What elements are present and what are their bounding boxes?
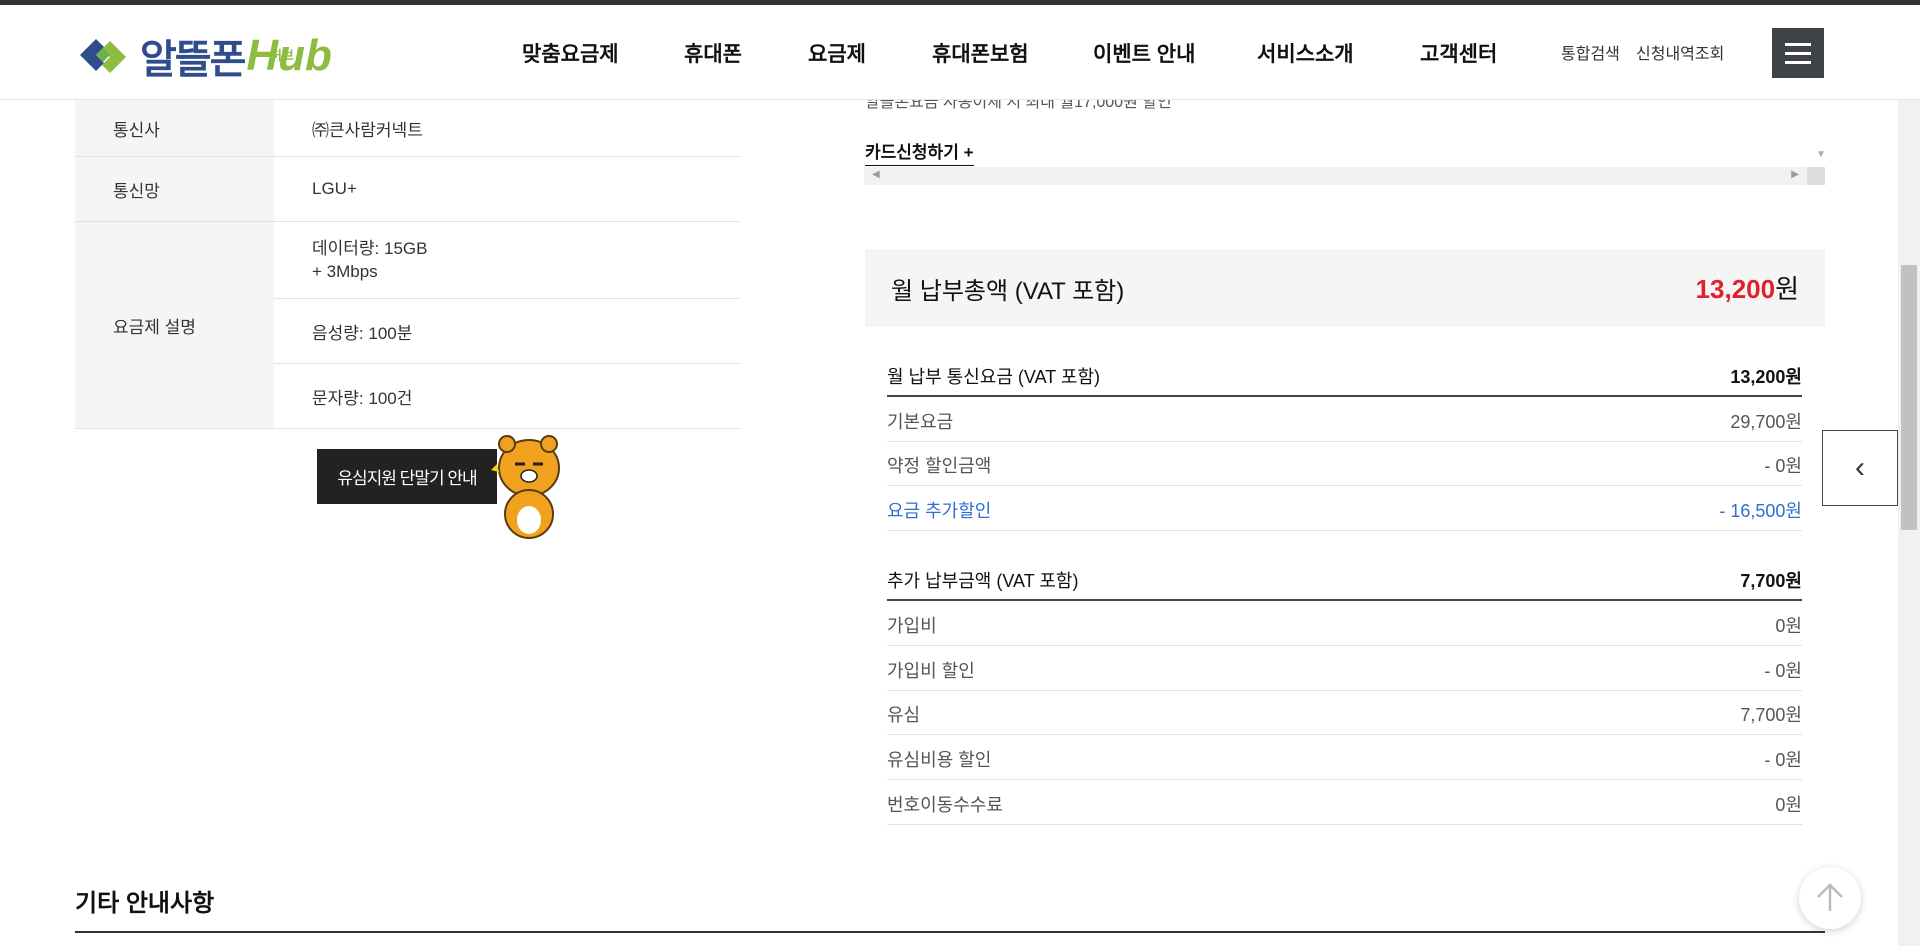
- scrollbar-corner: [1807, 167, 1825, 185]
- carrier-label: 통신사: [75, 100, 274, 156]
- card-apply-link[interactable]: 카드신청하기 +: [865, 138, 974, 166]
- voice-allowance: 음성량: 100분: [274, 299, 740, 364]
- extra-fee-header: 추가 납부금액 (VAT 포함) 7,700원: [887, 556, 1802, 601]
- carrier-row: 통신사 ㈜큰사람커넥트: [75, 100, 740, 157]
- order-history-link[interactable]: 신청내역조회: [1636, 40, 1724, 64]
- section-divider: [75, 931, 1825, 933]
- monthly-total-unit: 원: [1775, 274, 1799, 304]
- fee-row-label: 가입비: [887, 616, 937, 636]
- fee-row-port-fee: 번호이동수수료 0원: [887, 780, 1802, 825]
- fee-row-contract-discount: 약정 할인금액 - 0원: [887, 441, 1802, 486]
- fee-row-extra-discount: 요금 추가할인 - 16,500원: [887, 486, 1802, 531]
- network-value: LGU+: [312, 179, 357, 198]
- extra-fee-header-value: 7,700원: [1740, 571, 1802, 591]
- logo-sub-text: 허브: [270, 48, 294, 63]
- scroll-down-arrow-icon[interactable]: ▼: [1816, 149, 1826, 160]
- fee-row-value: - 0원: [1764, 456, 1802, 476]
- scroll-to-top-button[interactable]: [1799, 867, 1861, 929]
- fee-row-label: 유심: [887, 705, 921, 725]
- nav-events[interactable]: 이벤트 안내: [1093, 38, 1195, 68]
- network-label: 통신망: [75, 157, 274, 221]
- monthly-fee-header-label: 월 납부 통신요금 (VAT 포함): [887, 367, 1101, 387]
- side-panel-toggle-button[interactable]: ‹: [1822, 430, 1898, 506]
- hamburger-icon: [1785, 42, 1811, 46]
- arrow-up-icon: [1817, 883, 1843, 911]
- scroll-right-arrow-icon[interactable]: ▶: [1791, 169, 1799, 180]
- usim-device-guide-button[interactable]: 유심지원 단말기 안내: [317, 449, 497, 504]
- site-header: 알뜰폰 Hub 허브 맞춤요금제 휴대폰 요금제 휴대폰보험 이벤트 안내 서비…: [0, 5, 1920, 100]
- fee-row-label: 번호이동수수료: [887, 795, 1003, 815]
- sms-allowance: 문자량: 100건: [312, 389, 413, 408]
- network-row: 통신망 LGU+: [75, 157, 740, 222]
- fee-row-value: 7,700원: [1740, 705, 1802, 725]
- nav-phone-insurance[interactable]: 휴대폰보험: [932, 38, 1029, 68]
- fee-row-label: 유심비용 할인: [887, 750, 992, 770]
- fee-row-value: - 16,500원: [1719, 501, 1802, 521]
- fee-row-value: 29,700원: [1730, 412, 1802, 432]
- monthly-total-box: 월 납부총액 (VAT 포함) 13,200원: [865, 249, 1825, 327]
- fee-row-label: 약정 할인금액: [887, 456, 992, 476]
- extra-fee-header-label: 추가 납부금액 (VAT 포함): [887, 571, 1079, 591]
- monthly-total-label: 월 납부총액 (VAT 포함): [891, 278, 1125, 305]
- monthly-total-amount: 13,200원: [1696, 269, 1799, 306]
- nav-phones[interactable]: 휴대폰: [684, 38, 742, 68]
- fee-row-label: 요금 추가할인: [887, 501, 992, 521]
- horizontal-scrollbar[interactable]: ◀ ▶: [864, 167, 1807, 185]
- nav-customer-center[interactable]: 고객센터: [1420, 38, 1497, 68]
- fee-row-value: 0원: [1775, 795, 1802, 815]
- monthly-fee-header-value: 13,200원: [1730, 367, 1802, 387]
- fee-row-join-fee: 가입비 0원: [887, 601, 1802, 646]
- carrier-value: ㈜큰사람커넥트: [312, 120, 423, 140]
- hamburger-menu-button[interactable]: [1772, 28, 1824, 78]
- mascot-character-icon: [491, 435, 560, 539]
- monthly-fee-header: 월 납부 통신요금 (VAT 포함) 13,200원: [887, 352, 1802, 397]
- data-allowance-line1: 데이터량: 15GB: [312, 239, 428, 258]
- data-allowance-line2: + 3Mbps: [312, 262, 378, 281]
- logo-mark-icon: [80, 39, 126, 73]
- integrated-search-link[interactable]: 통합검색: [1561, 40, 1620, 64]
- fee-row-join-discount: 가입비 할인 - 0원: [887, 646, 1802, 691]
- monthly-total-number: 13,200: [1695, 274, 1776, 304]
- page-scrollbar-thumb[interactable]: [1901, 265, 1917, 530]
- nav-custom-plan[interactable]: 맞춤요금제: [522, 38, 619, 68]
- fee-row-label: 기본요금: [887, 412, 954, 432]
- other-info-title: 기타 안내사항: [75, 890, 215, 917]
- fee-row-base: 기본요금 29,700원: [887, 397, 1802, 442]
- plan-description-label: 요금제 설명: [75, 222, 274, 428]
- nav-services[interactable]: 서비스소개: [1257, 38, 1354, 68]
- scroll-left-arrow-icon[interactable]: ◀: [872, 169, 880, 180]
- logo-korean-text: 알뜰폰: [140, 38, 246, 82]
- chevron-left-icon: ‹: [1855, 451, 1865, 484]
- nav-plans[interactable]: 요금제: [808, 38, 866, 68]
- fee-row-usim-discount: 유심비용 할인 - 0원: [887, 735, 1802, 780]
- fee-row-label: 가입비 할인: [887, 661, 975, 681]
- data-allowance: 데이터량: 15GB + 3Mbps: [274, 222, 740, 299]
- fee-row-value: 0원: [1775, 616, 1802, 636]
- card-discount-text: 알뜰폰요금 자동이체 시 최대 월17,000원 할인: [865, 100, 1172, 111]
- fee-row-value: - 0원: [1764, 750, 1802, 770]
- fee-row-usim: 유심 7,700원: [887, 690, 1802, 735]
- fee-row-value: - 0원: [1764, 661, 1802, 681]
